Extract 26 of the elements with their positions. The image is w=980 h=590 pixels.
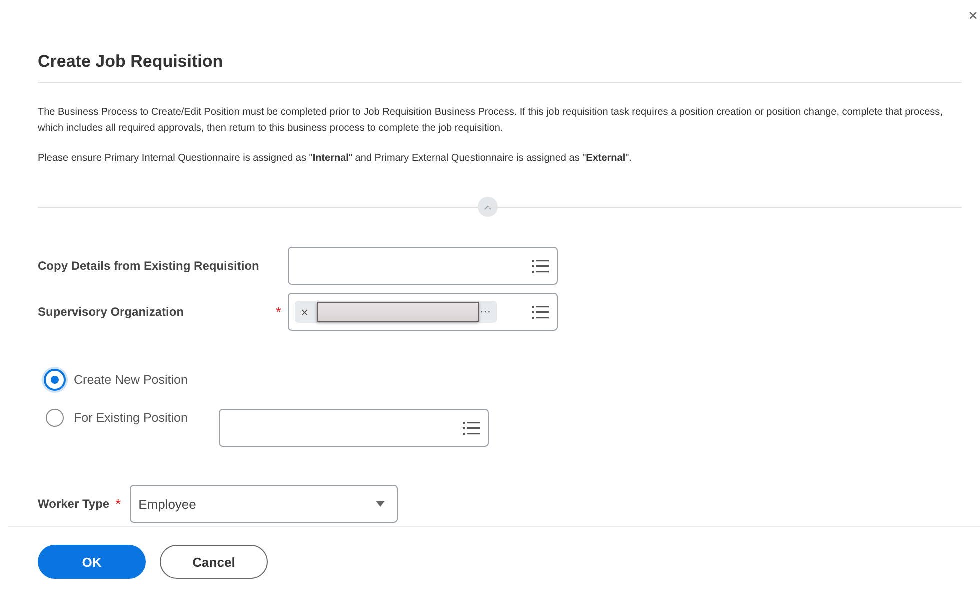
close-button[interactable]: ×: [966, 8, 980, 26]
prompt-field[interactable]: [219, 409, 489, 447]
dialog-title: Create Job Requisition: [38, 52, 224, 72]
selected-item-chip[interactable]: × ···: [295, 301, 497, 323]
list-icon[interactable]: [532, 260, 549, 272]
radio-label: Create New Position: [74, 373, 189, 387]
radio-button[interactable]: [44, 369, 66, 391]
ok-button[interactable]: OK: [38, 545, 146, 579]
radio-label: For Existing Position: [74, 411, 189, 425]
list-icon[interactable]: [532, 306, 549, 318]
field-label: Supervisory Organization: [38, 305, 186, 319]
prompt-field[interactable]: × ···: [288, 293, 558, 331]
instruction-text: Please ensure Primary Internal Questionnaire is assigned as "Internal" and Primary External Questionnaire is assigned as "External".: [38, 152, 633, 166]
instruction-text: The Business Process to Create/Edit Position must be completed prior to Job Requisition Business Process. If this job requisition task requires a position creation or position change, complete that process, which includes all required approvals, then return to this business process to complete the job requisition.: [38, 106, 944, 136]
caret-icon: [376, 501, 385, 507]
prompt-field[interactable]: [288, 247, 558, 285]
more-icon: ···: [480, 306, 491, 318]
list-icon[interactable]: [463, 422, 480, 434]
remove-icon[interactable]: ×: [301, 304, 309, 320]
field-label: Worker Type: [38, 497, 110, 511]
worker-type-dropdown[interactable]: Employee: [130, 485, 398, 523]
required-mark: *: [116, 496, 122, 512]
field-label: Copy Details from Existing Requisition: [38, 259, 260, 273]
required-mark: *: [276, 304, 282, 320]
cancel-button[interactable]: Cancel: [160, 545, 268, 579]
radio-button[interactable]: [46, 409, 64, 427]
